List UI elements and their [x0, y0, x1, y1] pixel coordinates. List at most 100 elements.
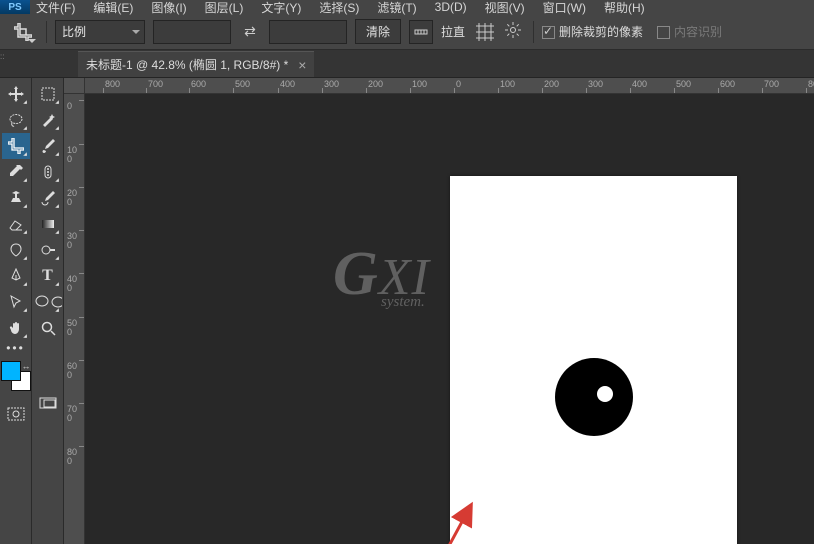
ruler-label: 400	[67, 275, 77, 293]
menu-layer[interactable]: 图层(L)	[205, 0, 244, 16]
move-tool[interactable]	[2, 81, 30, 107]
content-aware-checkbox[interactable]: 内容识别	[657, 23, 722, 40]
shape-tool[interactable]	[34, 289, 62, 315]
quickmask-toggle[interactable]	[2, 401, 30, 427]
menu-file[interactable]: 文件(F)	[36, 0, 75, 16]
ruler-label: 700	[764, 79, 779, 89]
type-tool[interactable]: T	[34, 263, 62, 289]
ratio-width-input[interactable]	[153, 20, 231, 44]
menu-type[interactable]: 文字(Y)	[261, 0, 301, 16]
marquee-tool[interactable]	[34, 81, 62, 107]
zoom-tool[interactable]	[34, 315, 62, 341]
magic-wand-tool[interactable]	[34, 107, 62, 133]
straighten-icon[interactable]	[409, 20, 433, 44]
document-tab[interactable]: 未标题-1 @ 42.8% (椭圆 1, RGB/8#) * ×	[78, 51, 314, 77]
grid-overlay-icon[interactable]	[473, 20, 497, 44]
aspect-ratio-label: 比例	[62, 23, 86, 40]
screen-mode-toggle[interactable]	[34, 391, 62, 417]
ruler-label: 800	[105, 79, 120, 89]
document-canvas[interactable]	[450, 176, 737, 544]
gradient-tool[interactable]	[34, 211, 62, 237]
ruler-label: 200	[67, 189, 77, 207]
ruler-label: 500	[235, 79, 250, 89]
panel-grip[interactable]: ::	[0, 52, 6, 62]
watermark-subtext: system.	[381, 294, 425, 311]
ruler-label: 300	[324, 79, 339, 89]
healing-tool[interactable]	[34, 159, 62, 185]
crop-tool[interactable]	[2, 133, 30, 159]
pen-tool[interactable]	[2, 263, 30, 289]
ruler-label: 100	[500, 79, 515, 89]
ruler-label: 600	[67, 362, 77, 380]
ruler-label: 100	[412, 79, 427, 89]
gear-icon[interactable]	[505, 22, 525, 41]
tool-panel-left: ••• ↔	[0, 78, 32, 544]
divider	[533, 21, 534, 43]
ruler-label: 600	[191, 79, 206, 89]
brush-tool[interactable]	[34, 133, 62, 159]
horizontal-ruler[interactable]: 800 700 600 500 400 300 200 100 0 100 200 300 400 500…	[85, 78, 814, 94]
menu-filter[interactable]: 滤镜(T)	[377, 0, 416, 16]
delete-cropped-checkbox[interactable]: 删除裁剪的像素	[542, 23, 643, 40]
vertical-ruler[interactable]: 0 100 200 300 400 500 600 700 800	[64, 94, 85, 544]
ruler-label: 600	[720, 79, 735, 89]
eraser-tool[interactable]	[2, 211, 30, 237]
swap-colors-icon[interactable]: ↔	[22, 361, 31, 371]
menu-bar: PS 文件(F) 编辑(E) 图像(I) 图层(L) 文字(Y) 选择(S) 滤…	[0, 0, 814, 14]
ruler-label: 0	[456, 79, 461, 89]
ruler-label: 300	[588, 79, 603, 89]
ruler-origin[interactable]	[64, 78, 85, 94]
dodge-tool[interactable]	[34, 237, 62, 263]
ruler-label: 200	[368, 79, 383, 89]
chevron-down-icon	[28, 39, 36, 43]
smudge-tool[interactable]	[2, 237, 30, 263]
direct-select-tool[interactable]	[2, 289, 30, 315]
menu-view[interactable]: 视图(V)	[485, 0, 525, 16]
foreground-color[interactable]	[1, 361, 21, 381]
ruler-label: 800	[67, 448, 77, 466]
ratio-height-input[interactable]	[269, 20, 347, 44]
swap-icon[interactable]: ⇄	[239, 23, 261, 40]
ruler-label: 700	[67, 405, 77, 423]
history-brush-tool[interactable]	[34, 185, 62, 211]
tool-panel-right: T	[32, 78, 64, 544]
canvas-area: 800 700 600 500 400 300 200 100 0 100 200 300 400 500…	[64, 78, 814, 544]
hand-tool[interactable]	[2, 315, 30, 341]
document-tab-title: 未标题-1 @ 42.8% (椭圆 1, RGB/8#) *	[86, 56, 288, 73]
menu-window[interactable]: 窗口(W)	[543, 0, 586, 16]
eyedropper-tool[interactable]	[2, 159, 30, 185]
ruler-label: 300	[67, 232, 77, 250]
chevron-down-icon	[132, 30, 140, 34]
checkbox-icon	[657, 26, 670, 39]
menu-edit[interactable]: 编辑(E)	[93, 0, 133, 16]
color-swatches[interactable]: ↔	[1, 361, 31, 391]
menu-3d[interactable]: 3D(D)	[435, 0, 467, 14]
lasso-tool[interactable]	[2, 107, 30, 133]
crop-tool-icon[interactable]	[8, 19, 38, 45]
close-icon[interactable]: ×	[298, 57, 306, 73]
viewport[interactable]: GXI system.	[85, 94, 814, 544]
ruler-label: 400	[632, 79, 647, 89]
menu-select[interactable]: 选择(S)	[319, 0, 359, 16]
ruler-label: 500	[676, 79, 691, 89]
ruler-label: 100	[67, 146, 77, 164]
app-logo[interactable]: PS	[0, 0, 30, 14]
ellipse-hole	[597, 386, 613, 402]
document-tab-bar: 未标题-1 @ 42.8% (椭圆 1, RGB/8#) * ×	[0, 50, 814, 78]
ruler-label: 700	[148, 79, 163, 89]
clear-button[interactable]: 清除	[355, 19, 401, 44]
ruler-label: 200	[544, 79, 559, 89]
divider	[46, 21, 47, 43]
clone-stamp-tool[interactable]	[2, 185, 30, 211]
aspect-ratio-select[interactable]: 比例	[55, 20, 145, 44]
ruler-label: 500	[67, 319, 77, 337]
ruler-label: 400	[280, 79, 295, 89]
menu-image[interactable]: 图像(I)	[151, 0, 186, 16]
options-bar: 比例 ⇄ 清除 拉直 删除裁剪的像素 内容识别	[0, 14, 814, 50]
more-tools[interactable]: •••	[2, 341, 30, 355]
ruler-label: 0	[67, 102, 77, 111]
menu-help[interactable]: 帮助(H)	[604, 0, 645, 16]
checkbox-icon	[542, 26, 555, 39]
straighten-label: 拉直	[441, 23, 465, 40]
ellipse-shape[interactable]	[555, 358, 633, 436]
